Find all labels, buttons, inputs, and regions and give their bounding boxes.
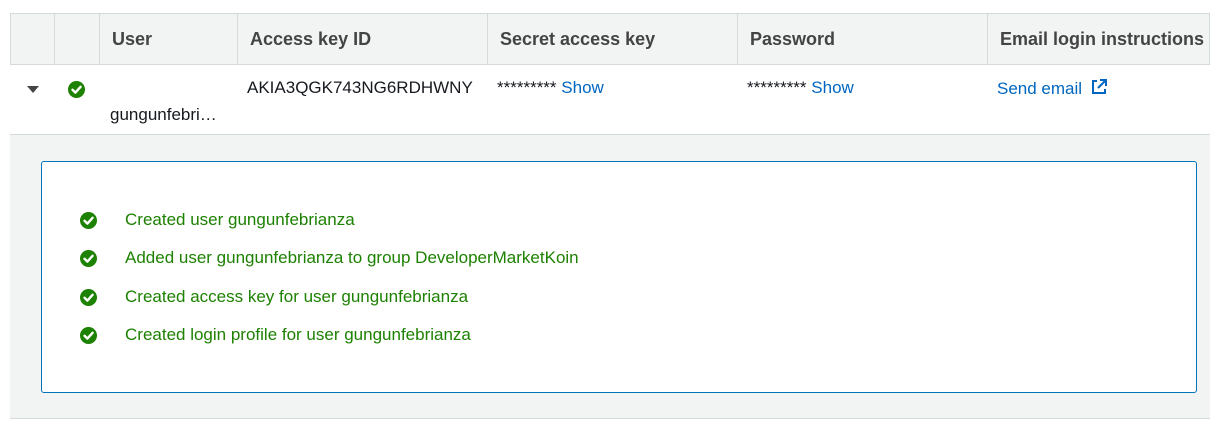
header-user: User: [99, 14, 237, 64]
show-secret-link[interactable]: Show: [561, 78, 604, 97]
success-message-text: Created login profile for user gungunfeb…: [125, 325, 471, 344]
success-message-2: Added user gungunfebrianza to group Deve…: [80, 246, 579, 270]
external-link-icon: [1091, 79, 1107, 94]
table-header-row: User Access key ID Secret access key Pas…: [10, 13, 1210, 65]
success-check-icon: [80, 211, 97, 229]
success-message-1: Created user gungunfebrianza: [80, 208, 355, 232]
header-password: Password: [737, 14, 987, 64]
password-mask: *********: [747, 78, 807, 97]
success-message-3: Created access key for user gungunfebria…: [80, 285, 468, 309]
send-email-label: Send email: [997, 79, 1083, 98]
send-email-link[interactable]: Send email: [997, 78, 1108, 99]
user-name: gungunfebri…: [110, 105, 217, 124]
show-password-link[interactable]: Show: [811, 78, 854, 97]
header-email-login-instructions: Email login instructions: [987, 14, 1209, 64]
success-message-box: Created user gungunfebrianza Added user …: [41, 161, 1197, 393]
row-details-panel: Created user gungunfebrianza Added user …: [10, 135, 1210, 419]
caret-down-icon[interactable]: [26, 84, 40, 94]
header-secret-access-key: Secret access key: [487, 14, 737, 64]
success-message-text: Created user gungunfebrianza: [125, 210, 355, 229]
success-check-icon: [80, 249, 97, 267]
success-message-text: Created access key for user gungunfebria…: [125, 287, 469, 306]
table-row: gungunfebri… AKIA3QGK743NG6RDHWNY ******…: [10, 65, 1210, 135]
header-expand-col: [11, 14, 54, 64]
success-check-icon: [80, 288, 97, 306]
header-access-key-id: Access key ID: [237, 14, 487, 64]
success-message-text: Added user gungunfebrianza to group Deve…: [125, 248, 579, 267]
secret-access-key-cell: ********* Show: [497, 78, 604, 98]
header-status-col: [54, 14, 99, 64]
access-key-id: AKIA3QGK743NG6RDHWNY: [247, 78, 473, 97]
success-check-icon: [68, 81, 85, 103]
password-cell: ********* Show: [747, 78, 854, 98]
success-message-4: Created login profile for user gungunfeb…: [80, 323, 471, 347]
secret-access-key-mask: *********: [497, 78, 557, 97]
success-check-icon: [80, 326, 97, 344]
